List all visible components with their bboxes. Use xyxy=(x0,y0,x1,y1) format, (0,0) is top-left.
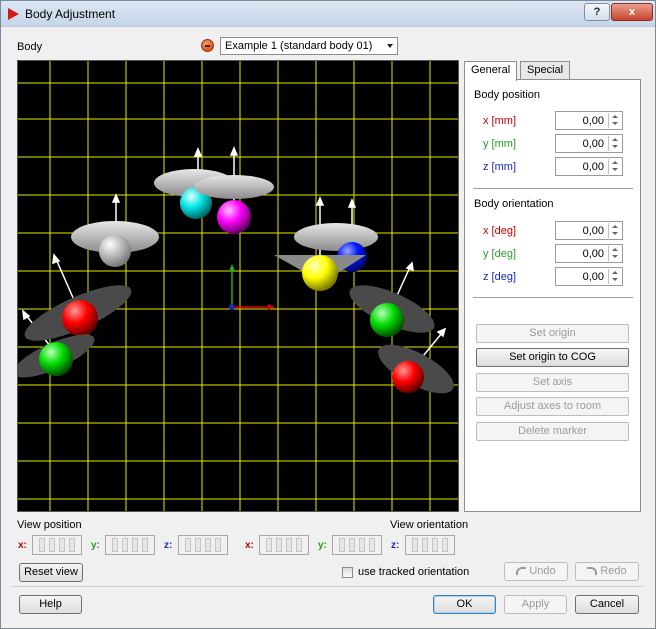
divider xyxy=(473,188,633,189)
tab-special[interactable]: Special xyxy=(520,61,571,80)
pos-x-value: 0,00 xyxy=(582,115,604,127)
view-rot-y-field[interactable] xyxy=(332,535,382,555)
viewport-grid xyxy=(18,61,458,511)
3d-viewport[interactable] xyxy=(17,60,459,512)
pos-x-spinbox[interactable]: 0,00 xyxy=(555,111,623,130)
body-label: Body xyxy=(17,41,43,53)
undo-button[interactable]: Undo xyxy=(504,562,568,581)
pos-y-stepper[interactable] xyxy=(608,136,621,151)
redo-icon xyxy=(587,567,598,575)
set-origin-button[interactable]: Set origin xyxy=(476,324,629,343)
view-pos-z-field[interactable] xyxy=(178,535,228,555)
rot-x-value: 0,00 xyxy=(582,225,604,237)
view-pos-z-label: z: xyxy=(164,540,173,551)
set-axis-button[interactable]: Set axis xyxy=(476,373,629,392)
rot-z-value: 0,00 xyxy=(582,271,604,283)
reset-view-button[interactable]: Reset view xyxy=(19,563,83,582)
rot-x-spinbox[interactable]: 0,00 xyxy=(555,221,623,240)
set-origin-cog-button[interactable]: Set origin to COG xyxy=(476,348,629,367)
undo-icon xyxy=(516,567,527,575)
remove-body-icon[interactable] xyxy=(201,39,214,52)
ok-button[interactable]: OK xyxy=(433,595,496,614)
view-pos-y-label: y: xyxy=(91,540,100,551)
window-title: Body Adjustment xyxy=(25,7,116,21)
body-orientation-title: Body orientation xyxy=(474,198,554,210)
rot-z-spinbox[interactable]: 0,00 xyxy=(555,267,623,286)
properties-tabs: General Special Body position x [mm] 0,0… xyxy=(464,61,641,513)
body-adjustment-window: Body Adjustment ? x Body Example 1 (stan… xyxy=(0,0,656,629)
rot-y-label: y [deg] xyxy=(483,248,517,260)
general-panel: Body position x [mm] 0,00 y [mm] 0,00 z … xyxy=(464,79,641,512)
pos-x-label: x [mm] xyxy=(483,115,516,127)
help-title-button[interactable]: ? xyxy=(584,3,610,21)
tracked-orientation-label: use tracked orientation xyxy=(358,566,470,578)
divider xyxy=(473,297,633,298)
view-position-label: View position xyxy=(17,519,82,531)
redo-button[interactable]: Redo xyxy=(575,562,639,581)
cancel-button[interactable]: Cancel xyxy=(575,595,639,614)
pos-x-stepper[interactable] xyxy=(608,113,621,128)
view-rot-z-field[interactable] xyxy=(405,535,455,555)
footer-divider xyxy=(11,586,643,587)
body-position-title: Body position xyxy=(474,89,541,101)
delete-marker-button[interactable]: Delete marker xyxy=(476,422,629,441)
tab-general[interactable]: General xyxy=(464,61,518,81)
adjust-axes-button[interactable]: Adjust axes to room xyxy=(476,397,629,416)
chevron-down-icon xyxy=(387,44,393,48)
app-logo-icon xyxy=(8,8,19,20)
pos-y-value: 0,00 xyxy=(582,138,604,150)
pos-z-stepper[interactable] xyxy=(608,159,621,174)
tracked-orientation-checkbox[interactable] xyxy=(342,567,353,578)
pos-y-label: y [mm] xyxy=(483,138,516,150)
rot-y-value: 0,00 xyxy=(582,248,604,260)
rot-y-spinbox[interactable]: 0,00 xyxy=(555,244,623,263)
pos-y-spinbox[interactable]: 0,00 xyxy=(555,134,623,153)
view-rot-z-label: z: xyxy=(391,540,400,551)
rot-x-label: x [deg] xyxy=(483,225,517,237)
view-rot-y-label: y: xyxy=(318,540,327,551)
view-rot-x-field[interactable] xyxy=(259,535,309,555)
view-rot-x-label: x: xyxy=(245,540,254,551)
pos-z-value: 0,00 xyxy=(582,161,604,173)
view-pos-x-field[interactable] xyxy=(32,535,82,555)
apply-button[interactable]: Apply xyxy=(504,595,567,614)
view-pos-x-label: x: xyxy=(18,540,27,551)
rot-x-stepper[interactable] xyxy=(608,223,621,238)
pos-z-label: z [mm] xyxy=(483,161,516,173)
viewport-scene xyxy=(18,61,458,511)
redo-label: Redo xyxy=(600,565,627,577)
view-orientation-label: View orientation xyxy=(390,519,469,531)
pos-z-spinbox[interactable]: 0,00 xyxy=(555,157,623,176)
rot-y-stepper[interactable] xyxy=(608,246,621,261)
body-select[interactable]: Example 1 (standard body 01) xyxy=(220,37,398,55)
help-button[interactable]: Help xyxy=(19,595,82,614)
view-pos-y-field[interactable] xyxy=(105,535,155,555)
body-select-value: Example 1 (standard body 01) xyxy=(225,40,373,52)
rot-z-stepper[interactable] xyxy=(608,269,621,284)
undo-label: Undo xyxy=(529,565,556,577)
rot-z-label: z [deg] xyxy=(483,271,517,283)
close-button[interactable]: x xyxy=(611,3,653,21)
title-bar: Body Adjustment ? x xyxy=(1,1,655,27)
